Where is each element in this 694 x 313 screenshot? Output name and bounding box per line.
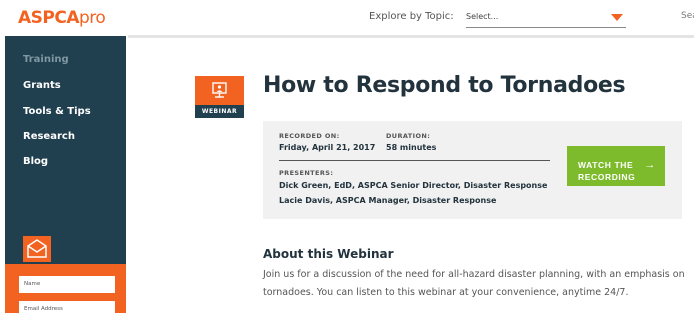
duration-value: 58 minutes [386,143,437,152]
chevron-down-icon [611,14,623,21]
header-divider [128,35,694,38]
presentation-screen-icon [195,76,244,105]
webinar-badge: WEBINAR [195,76,244,118]
about-webinar-text: Join us for a discussion of the need for… [263,269,685,298]
webinar-badge-label: WEBINAR [195,105,244,118]
topic-select[interactable]: Select... [466,7,626,28]
info-divider [279,160,550,161]
watch-recording-button[interactable]: WATCH THE RECORDING → [567,146,665,186]
page-title: How to Respond to Tornadoes [263,73,626,98]
top-bar: ASPCApro Explore by Topic: Select... Sea [0,0,694,36]
sidebar-item-grants[interactable]: Grants [23,80,61,91]
sidebar-item-tools-tips[interactable]: Tools & Tips [23,106,91,117]
watch-button-line1: WATCH THE [578,159,634,170]
logo-brand: ASPCA [18,8,80,28]
name-field[interactable]: Name [19,276,115,293]
sidebar-item-training[interactable]: Training [23,54,69,65]
topic-select-value: Select... [466,12,499,21]
duration-label: DURATION: [386,132,431,140]
sidebar-item-blog[interactable]: Blog [23,156,48,167]
recorded-on-value: Friday, April 21, 2017 [279,143,376,152]
presenter-item: Lacie Davis, ASPCA Manager, Disaster Res… [279,196,497,205]
sidebar: Training Grants Tools & Tips Research Bl… [5,36,126,313]
presenters-label: PRESENTERS: [279,169,334,177]
arrow-right-icon: → [644,159,656,171]
search-input[interactable]: Sea [681,11,694,21]
sidebar-item-research[interactable]: Research [23,131,75,142]
newsletter-signup: Name Email Address [5,264,126,313]
recorded-on-label: RECORDED ON: [279,132,340,140]
aspca-pro-logo[interactable]: ASPCApro [18,8,106,28]
webinar-info-card: RECORDED ON: Friday, April 21, 2017 DURA… [263,121,682,219]
watch-button-line2: RECORDING [578,171,636,182]
email-field[interactable]: Email Address [19,301,115,313]
explore-by-topic-label: Explore by Topic: [369,11,454,22]
envelope-icon [23,236,51,262]
logo-suffix: pro [79,8,106,28]
presenter-item: Dick Green, EdD, ASPCA Senior Director, … [279,181,548,190]
about-webinar-heading: About this Webinar [263,247,394,261]
